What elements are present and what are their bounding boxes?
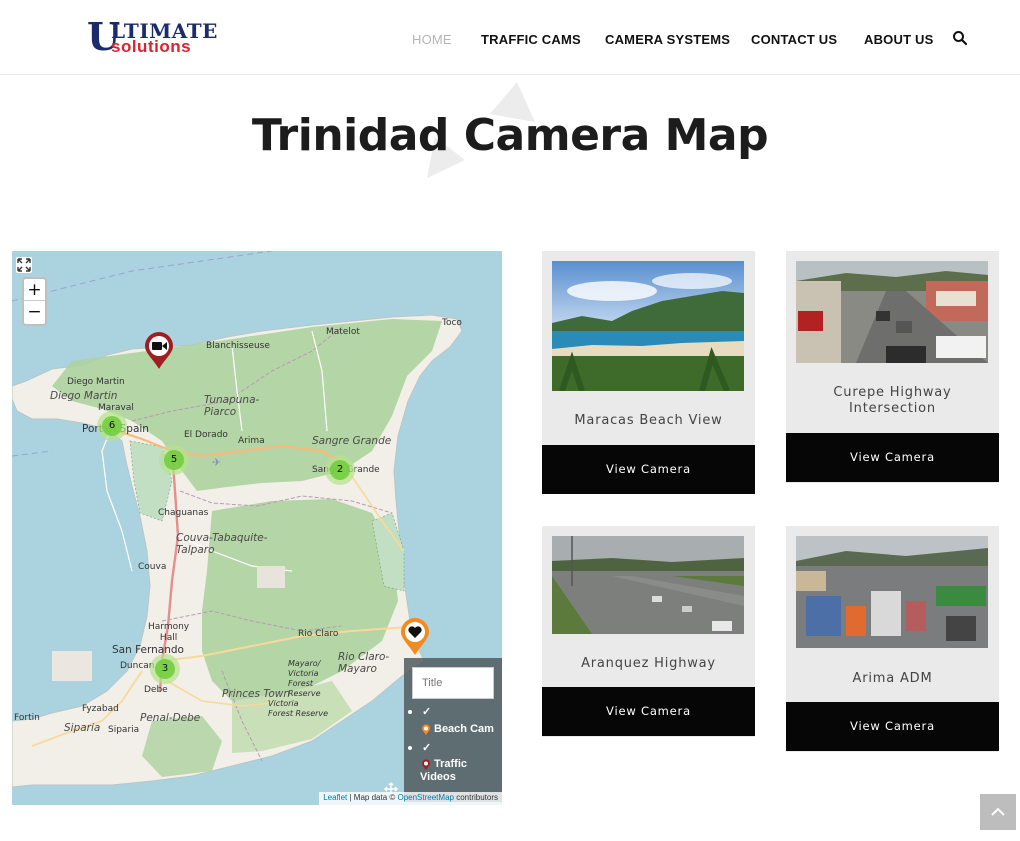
- place-rio-claro-mayaro: Rio Claro- Mayaro: [338, 651, 390, 675]
- map-cluster[interactable]: 6: [97, 411, 127, 441]
- camera-title: Maracas Beach View: [574, 413, 723, 428]
- map-attribution: Leaflet | Map data © OpenStreetMap contr…: [319, 792, 502, 805]
- view-camera-button[interactable]: View Camera: [542, 687, 755, 736]
- map-cluster[interactable]: 2: [325, 455, 355, 485]
- place-matelot: Matelot: [326, 327, 360, 337]
- place-harmony-hall: Harmony Hall: [148, 622, 190, 643]
- nav-contact-us[interactable]: CONTACT US: [751, 32, 837, 47]
- place-debe: Debe: [144, 685, 168, 695]
- fullscreen-icon[interactable]: [16, 257, 32, 273]
- place-couva-region: Couva-Tabaquite- Talparo: [176, 532, 268, 556]
- camera-card: Curepe Highway Intersection View Camera: [786, 251, 999, 483]
- camera-title: Curepe Highway Intersection: [833, 385, 952, 416]
- search-icon[interactable]: [952, 30, 968, 46]
- camera-thumbnail-maracas[interactable]: [552, 261, 744, 391]
- place-diego-martin-region: Diego Martin: [50, 390, 118, 402]
- place-point-fortin: Fortin: [14, 713, 40, 723]
- place-el-dorado: El Dorado: [184, 430, 228, 440]
- nav-traffic-cams[interactable]: TRAFFIC CAMS: [481, 32, 581, 47]
- legend-check-beach[interactable]: ✓: [422, 705, 431, 718]
- beach-cam-legend-icon: [422, 724, 430, 735]
- view-camera-button[interactable]: View Camera: [786, 433, 999, 482]
- camera-title: Arima ADM: [852, 671, 933, 686]
- place-diego-martin-town: Diego Martin: [67, 377, 125, 387]
- page-title-section: Trinidad Camera Map: [0, 82, 1020, 192]
- camera-thumbnail-curepe[interactable]: [796, 261, 988, 363]
- main-nav: HOME TRAFFIC CAMS CAMERA SYSTEMS CONTACT…: [0, 32, 1020, 52]
- legend-bullet: [408, 746, 412, 750]
- chevron-up-icon: [991, 807, 1005, 816]
- place-arima: Arima: [238, 436, 265, 446]
- legend-filter-input[interactable]: [412, 667, 494, 699]
- place-victoria-forest: Victoria Forest Reserve: [268, 699, 329, 718]
- place-sangre-grande-region: Sangre Grande: [312, 435, 392, 447]
- map-legend: ✓ Beach Cam ✓ Traffic Videos: [404, 658, 502, 802]
- cluster-count: 2: [330, 460, 350, 480]
- camera-thumbnail-aranquez[interactable]: [552, 536, 744, 634]
- cluster-count: 3: [155, 659, 175, 679]
- camera-title: Aranquez Highway: [581, 656, 716, 671]
- legend-item-beach-cam[interactable]: Beach Cam: [434, 723, 494, 735]
- camera-card: Aranquez Highway View Camera: [542, 526, 755, 737]
- nav-home[interactable]: HOME: [412, 32, 452, 47]
- place-chaguanas: Chaguanas: [158, 508, 209, 518]
- page-title: Trinidad Camera Map: [251, 110, 769, 161]
- place-siparia: Siparia: [108, 725, 140, 735]
- cluster-count: 5: [164, 450, 184, 470]
- video-camera-marker-icon[interactable]: [143, 331, 175, 371]
- legend-check-traffic[interactable]: ✓: [422, 741, 431, 754]
- legend-item-traffic-videos[interactable]: Traffic Videos: [420, 758, 467, 784]
- map-cluster[interactable]: 3: [150, 654, 180, 684]
- place-rio-claro: Rio Claro: [298, 629, 339, 639]
- place-siparia-region: Siparia: [64, 722, 101, 734]
- view-camera-button[interactable]: View Camera: [542, 445, 755, 494]
- zoom-out-button[interactable]: −: [24, 301, 45, 323]
- site-header: U LTIMATE solutions HOME TRAFFIC CAMS CA…: [0, 0, 1020, 75]
- place-toco: Toco: [442, 318, 462, 328]
- place-mayaro-victoria: Mayaro/ Victoria Forest Reserve: [288, 659, 321, 698]
- place-blanchisseuse: Blanchisseuse: [206, 341, 270, 351]
- attribution-suffix: contributors: [453, 793, 498, 802]
- osm-link[interactable]: OpenStreetMap: [397, 793, 453, 802]
- place-san-fernando: San Fernando: [112, 644, 184, 656]
- camera-thumbnail-arima[interactable]: [796, 536, 988, 648]
- view-camera-button[interactable]: View Camera: [786, 702, 999, 751]
- place-tunapuna: Tunapuna- Piarco: [204, 394, 260, 418]
- nav-camera-systems[interactable]: CAMERA SYSTEMS: [605, 32, 730, 47]
- scroll-to-top-button[interactable]: [980, 794, 1016, 830]
- svg-text:✈: ✈: [212, 456, 221, 469]
- camera-card: Arima ADM View Camera: [786, 526, 999, 752]
- legend-bullet: [408, 710, 412, 714]
- beach-cam-marker-icon[interactable]: [399, 617, 431, 657]
- map-cluster[interactable]: 5: [159, 445, 189, 475]
- nav-about-us[interactable]: ABOUT US: [864, 32, 934, 47]
- place-couva: Couva: [138, 562, 167, 572]
- camera-map[interactable]: ✈ Toco Matelot Blanchisseuse Diego Marti…: [12, 251, 502, 805]
- place-penal-debe: Penal-Debe: [140, 712, 201, 724]
- attribution-text: | Map data ©: [347, 793, 398, 802]
- leaflet-link[interactable]: Leaflet: [323, 793, 347, 802]
- cluster-count: 6: [102, 416, 122, 436]
- camera-card: Maracas Beach View View Camera: [542, 251, 755, 494]
- zoom-in-button[interactable]: +: [24, 279, 45, 301]
- place-princes-town: Princes Town: [222, 688, 291, 700]
- zoom-control: + −: [22, 277, 47, 326]
- place-fyzabad: Fyzabad: [82, 704, 119, 714]
